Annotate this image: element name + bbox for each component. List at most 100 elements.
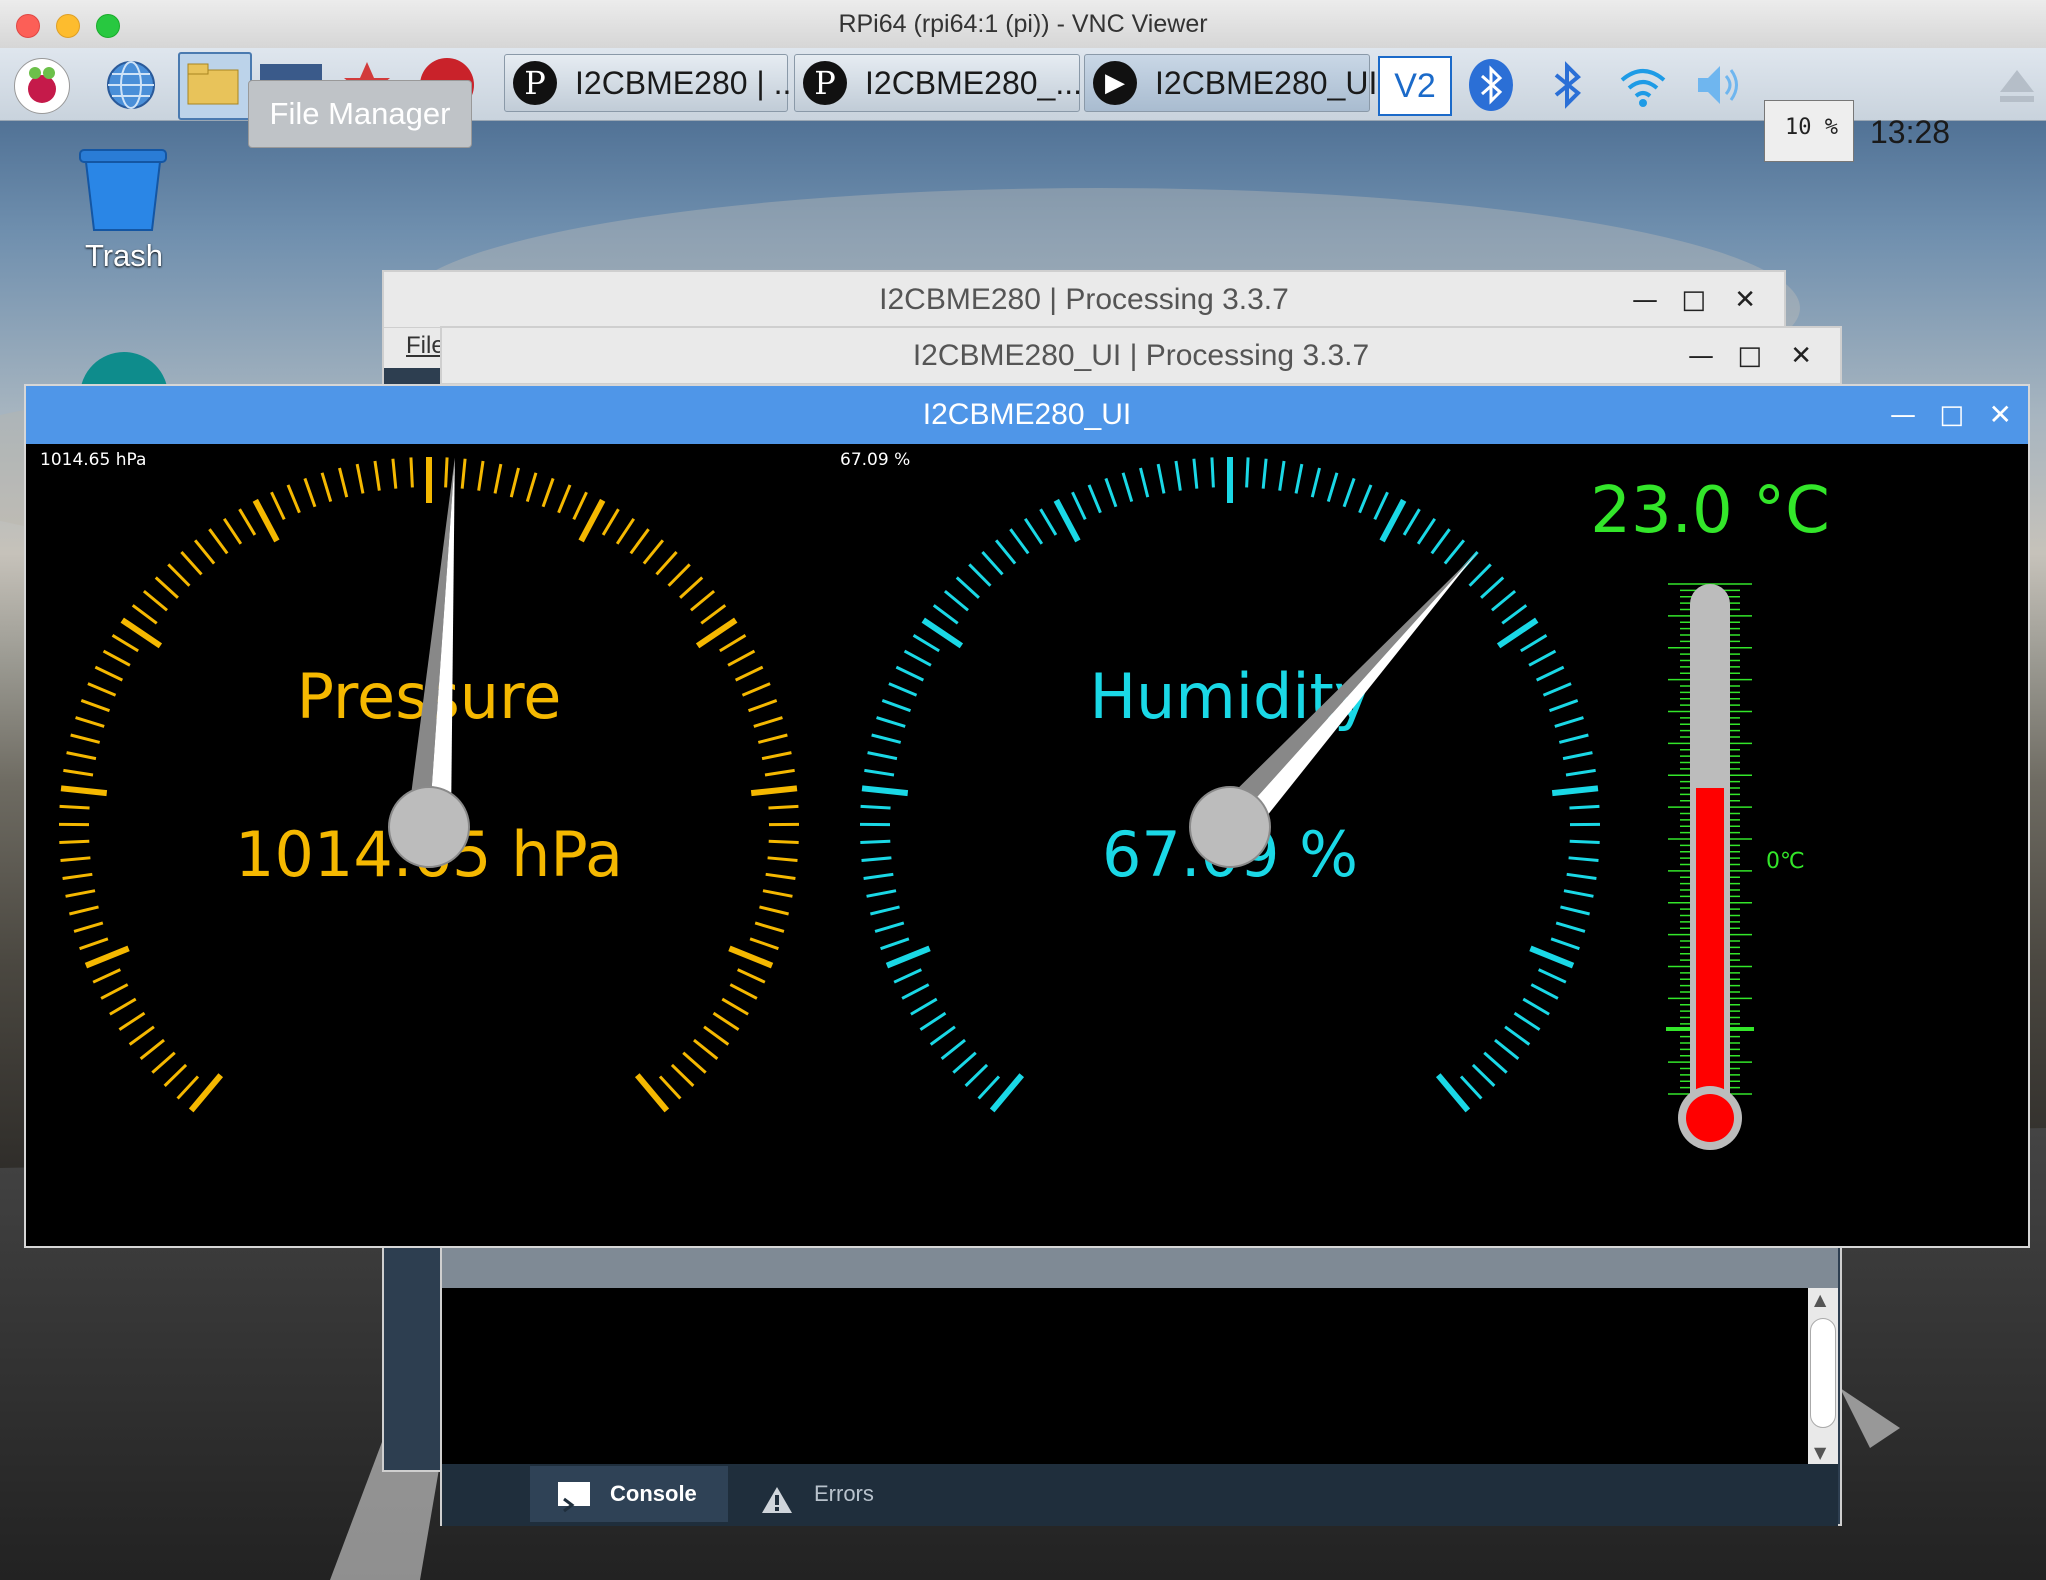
gauge-minor-tick <box>100 983 129 1000</box>
gauge-minor-tick <box>768 839 799 844</box>
close-icon[interactable]: ✕ <box>1790 328 1812 384</box>
gauge-major-tick <box>252 498 280 543</box>
gauge-minor-tick <box>901 983 930 1000</box>
task-button-ui-editor[interactable]: P I2CBME280_... <box>794 54 1082 112</box>
task-button-editor[interactable]: P I2CBME280 | ... <box>504 54 800 112</box>
gauge-major-tick <box>1551 785 1599 797</box>
vnc-server-icon[interactable]: V2 <box>1378 56 1452 116</box>
gauge-minor-tick <box>693 1038 719 1061</box>
close-icon[interactable]: ✕ <box>1734 272 1756 328</box>
gauge-minor-tick <box>729 983 758 1000</box>
gauge-minor-tick <box>1245 457 1250 488</box>
gauge-minor-tick <box>1494 1038 1520 1061</box>
gauge-minor-tick <box>1569 839 1600 844</box>
gauge-minor-tick <box>952 1051 977 1074</box>
minimize-icon[interactable]: — <box>1688 328 1714 384</box>
gauge-major-tick <box>1529 945 1575 969</box>
cpu-monitor[interactable]: 10 % <box>1764 100 1854 162</box>
gauge-minor-tick <box>964 1063 989 1087</box>
bluetooth-status-icon[interactable] <box>1540 58 1594 112</box>
gauge-minor-tick <box>871 733 902 744</box>
clock[interactable]: 13:28 <box>1870 96 1950 168</box>
gauge-minor-tick <box>409 457 414 488</box>
gauge-major-tick <box>1053 498 1081 543</box>
scrollbar-thumb[interactable] <box>1810 1318 1836 1428</box>
gauge-minor-tick <box>764 768 795 777</box>
gauge-minor-tick <box>118 1011 146 1031</box>
trash-icon[interactable] <box>78 148 168 232</box>
scroll-down-icon[interactable]: ▼ <box>1814 1443 1826 1462</box>
gauge-major-tick <box>885 945 931 969</box>
gauge-major-tick <box>921 617 964 649</box>
gauge-minor-tick <box>75 716 105 728</box>
gauge-minor-tick <box>303 477 317 508</box>
gauge-minor-tick <box>629 528 650 555</box>
scroll-up-icon[interactable]: ▲ <box>1814 1290 1826 1309</box>
gauge-minor-tick <box>1294 463 1304 494</box>
gauge-minor-tick <box>222 517 243 545</box>
maximize-icon[interactable]: □ <box>1681 272 1706 328</box>
gauge-minor-tick <box>955 576 980 599</box>
gauge-minor-tick <box>111 634 139 653</box>
minimize-icon[interactable]: — <box>1632 272 1658 328</box>
task-button-ui-app[interactable]: ▶ I2CBME280_UI <box>1084 54 1377 112</box>
eject-icon[interactable] <box>1990 58 2044 112</box>
gauge-minor-tick <box>1071 491 1087 520</box>
gauge-minor-tick <box>757 733 788 744</box>
gauge-minor-tick <box>151 1051 176 1074</box>
gauge-minor-tick <box>861 856 892 863</box>
file-menu[interactable]: File <box>406 332 445 360</box>
gauge-minor-tick <box>60 856 91 863</box>
gauge-minor-tick <box>1104 477 1118 508</box>
gauge-minor-tick <box>670 1063 695 1087</box>
maximize-icon[interactable]: □ <box>1939 386 1964 444</box>
raspberry-menu-icon[interactable] <box>14 58 70 114</box>
tab-console[interactable]: Console <box>530 1466 728 1522</box>
gauge-minor-tick <box>880 937 910 951</box>
gauge-minor-tick <box>734 665 764 682</box>
gauge-minor-tick <box>1261 458 1268 489</box>
volume-icon[interactable] <box>1692 58 1746 112</box>
gauge-minor-tick <box>1310 467 1321 498</box>
gauge-minor-tick <box>876 716 906 728</box>
console-scrollbar[interactable]: ▲ ▼ <box>1808 1288 1838 1464</box>
tab-errors[interactable]: Errors <box>736 1466 906 1522</box>
gauge-minor-tick <box>754 921 785 933</box>
bluetooth-icon[interactable] <box>1464 58 1518 112</box>
gauge-major-tick <box>861 785 909 797</box>
sketch-window: I2CBME280_UI — □ ✕ 1014.65 hPa 67.09 % P… <box>24 384 2030 1248</box>
gauge-major-tick <box>1379 498 1407 543</box>
web-browser-icon[interactable] <box>104 58 158 112</box>
gauge-minor-tick <box>131 604 158 625</box>
gauge-minor-tick <box>1121 472 1134 502</box>
gauge-minor-tick <box>741 682 771 697</box>
gauge-minor-tick <box>1443 539 1466 565</box>
close-icon[interactable]: ✕ <box>1989 386 2012 444</box>
gauge-minor-tick <box>1416 517 1437 545</box>
maximize-icon[interactable]: □ <box>1737 328 1762 384</box>
processing-icon: P <box>513 61 557 105</box>
gauge-minor-tick <box>761 751 792 761</box>
play-icon: ▶ <box>1093 61 1137 105</box>
minimize-icon[interactable]: — <box>1890 386 1916 444</box>
gauge-minor-tick <box>128 1025 155 1046</box>
gauge-minor-tick <box>765 872 796 880</box>
gauge-minor-tick <box>1566 872 1597 880</box>
gauge-minor-tick <box>703 1025 730 1046</box>
gauge-minor-tick <box>477 460 485 491</box>
gauge-minor-tick <box>180 551 203 576</box>
gauge-minor-tick <box>912 634 940 653</box>
gauge-minor-tick <box>881 699 912 713</box>
processing-icon: P <box>803 61 847 105</box>
console-output <box>442 1288 1808 1464</box>
file-manager-icon[interactable] <box>178 52 252 120</box>
wifi-icon[interactable] <box>1616 58 1670 112</box>
gauge-minor-tick <box>59 804 90 810</box>
gauge-minor-tick <box>208 528 229 555</box>
sketch-window-title: I2CBME280_UI <box>26 386 2028 444</box>
gauge-minor-tick <box>92 968 121 984</box>
gauge-minor-tick <box>767 856 798 863</box>
gauge-minor-tick <box>1023 517 1044 545</box>
gauge-minor-tick <box>557 484 572 514</box>
trash-label[interactable]: Trash <box>60 238 188 274</box>
